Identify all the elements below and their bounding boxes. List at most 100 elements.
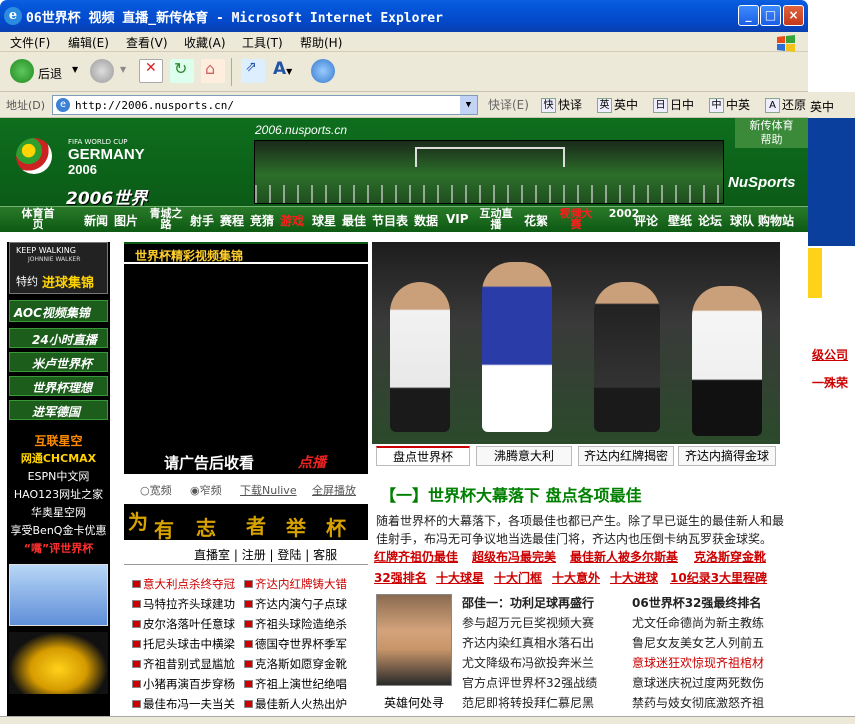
menu-tools[interactable]: 工具(T) (242, 34, 283, 51)
news-item[interactable]: 意球迷狂欢惊现齐祖棺材 (632, 654, 764, 671)
video-news-item[interactable]: 齐祖头球险造绝杀 (244, 616, 347, 632)
menu-help[interactable]: 帮助(H) (300, 34, 342, 51)
narrowband-radio[interactable]: ◉窄频 (190, 482, 222, 498)
video-news-item[interactable]: 克洛斯如愿穿金靴 (244, 656, 347, 672)
video-news-item[interactable]: 齐达内演勺子点球 (244, 596, 347, 612)
fullscreen-link[interactable]: 全屏播放 (312, 482, 356, 498)
left-item-2[interactable]: 米卢世界杯 (9, 352, 108, 372)
red-link[interactable]: 32强排名 (374, 569, 427, 586)
red-link[interactable]: 红牌齐祖仍最佳 (374, 548, 458, 565)
stop-icon[interactable]: ✕ (139, 59, 163, 83)
nav-item[interactable]: 赛程 (220, 212, 244, 229)
news-item[interactable]: 齐达内染红真相水落石出 (462, 634, 594, 651)
news-item[interactable]: 禁药与妓女彻底激怒齐祖 (632, 694, 764, 711)
nav-item[interactable]: 节目表 (372, 212, 408, 229)
aoc-video-link[interactable]: AOC视频集锦 (9, 300, 108, 322)
zh-en-button[interactable]: 中中英 (709, 96, 750, 114)
coach-caption[interactable]: 英雄何处寻 (376, 694, 452, 711)
back-arrow-icon[interactable] (10, 59, 34, 83)
tab-3[interactable]: 齐达内红牌揭密 (578, 446, 674, 466)
refresh-icon[interactable]: ↻ (170, 59, 194, 83)
video-news-item[interactable]: 最佳新人火热出炉 (244, 696, 347, 712)
coach-photo[interactable] (376, 594, 452, 686)
video-news-item[interactable]: 齐祖昔别式显尴尬 (132, 656, 235, 672)
nav-item[interactable]: 竞猜 (250, 212, 274, 229)
left-item-4[interactable]: 进军德国 (9, 400, 108, 420)
main-headline[interactable]: 【一】世界杯大幕落下 盘点各项最佳 (380, 482, 642, 506)
tab-2[interactable]: 沸腾意大利 (476, 446, 572, 466)
car-ad[interactable] (9, 632, 108, 694)
video-news-item[interactable]: 托尼头球击中横梁 (132, 636, 235, 652)
address-dropdown-icon[interactable]: ▼ (460, 96, 477, 114)
broadband-radio[interactable]: ○宽频 (140, 482, 172, 498)
tab-1[interactable]: 盘点世界杯 (376, 446, 470, 466)
tab-4[interactable]: 齐达内摘得金球 (678, 446, 776, 466)
players-photo[interactable] (372, 242, 780, 444)
back-dropdown-icon[interactable]: ▼ (72, 65, 78, 74)
keep-walking-ad[interactable]: KEEP WALKING JOHNNIE WALKER 特约 进球集锦 (9, 242, 108, 294)
menu-view[interactable]: 查看(V) (126, 34, 168, 51)
red-link[interactable]: 克洛斯穿金靴 (694, 548, 766, 565)
left-link-2[interactable]: 网通CHCMAX (7, 450, 110, 466)
left-link-5[interactable]: 华奥星空网 (7, 504, 110, 520)
font-size-icon[interactable]: A▼ (273, 59, 297, 83)
nav-item[interactable]: 射手 (190, 212, 214, 229)
video-news-item[interactable]: 齐祖上演世纪绝唱 (244, 676, 347, 692)
world-cup-logo[interactable]: FIFA WORLD CUP GERMANY 2006 2006世界杯 (12, 128, 162, 234)
messenger-icon[interactable] (311, 59, 335, 83)
video-player[interactable] (124, 264, 368, 474)
nav-item[interactable]: 数据 (414, 212, 438, 229)
home-icon[interactable]: ⌂ (201, 59, 225, 83)
service-link[interactable]: 客服 (313, 548, 337, 562)
nav-item[interactable]: 图片 (114, 212, 138, 229)
nav-item[interactable]: 体育首页 (18, 208, 58, 230)
menu-edit[interactable]: 编辑(E) (68, 34, 109, 51)
live-room-link[interactable]: 直播室 (194, 548, 230, 562)
left-link-6[interactable]: 享受BenQ金卡优惠 (7, 522, 110, 538)
red-link[interactable]: 十大球星 (436, 569, 484, 586)
forward-dropdown-icon[interactable]: ▼ (120, 65, 126, 74)
video-news-item[interactable]: 德国夺世界杯季军 (244, 636, 347, 652)
nav-item[interactable]: 购物站 (758, 212, 794, 229)
nav-item[interactable]: 最佳 (342, 212, 366, 229)
address-input[interactable]: e http://2006.nusports.cn/ ▼ (52, 95, 478, 115)
left-item-1[interactable]: 24小时直播 (9, 328, 108, 348)
left-link-7[interactable]: “嘴”评世界杯 (7, 540, 110, 556)
red-link[interactable]: 十大进球 (610, 569, 658, 586)
news-item[interactable]: 参与超万元巨奖视频大赛 (462, 614, 594, 631)
news-item[interactable]: 06世界杯32强最终排名 (632, 594, 761, 611)
video-news-item[interactable]: 马特拉齐头球建功 (132, 596, 235, 612)
news-item[interactable]: 尤文降级布冯欲投奔米兰 (462, 654, 594, 671)
news-item[interactable]: 尤文任命德尚为新主教练 (632, 614, 764, 631)
video-news-item[interactable]: 小猪再演百步穿杨 (132, 676, 235, 692)
video-news-item[interactable]: 最佳布冯一夫当关 (132, 696, 235, 712)
login-link[interactable]: 登陆 (277, 548, 301, 562)
nav-item[interactable]: 视频大赛 (556, 208, 596, 230)
en-zh-button[interactable]: 英英中 (597, 96, 638, 114)
minimize-button[interactable]: _ (738, 5, 759, 26)
restore-button[interactable]: A 还原 (765, 96, 806, 114)
nav-item[interactable]: 新闻 (84, 212, 108, 229)
video-news-item[interactable]: 意大利点杀终夺冠 (132, 576, 235, 592)
news-item[interactable]: 意球迷庆祝过度两死数伤 (632, 674, 764, 691)
menu-favorites[interactable]: 收藏(A) (184, 34, 226, 51)
nav-item[interactable]: 游戏 (280, 212, 304, 229)
back-button-label[interactable]: 后退 (38, 65, 62, 82)
news-item[interactable]: 鲁尼女友美女艺人列前五 (632, 634, 764, 651)
register-link[interactable]: 注册 (242, 548, 266, 562)
media-icon[interactable]: ⇗ (241, 59, 265, 83)
red-link[interactable]: 超级布冯最完美 (472, 548, 556, 565)
nav-item[interactable]: 球队 (730, 212, 754, 229)
forward-arrow-icon[interactable] (90, 59, 114, 83)
red-link[interactable]: 十大意外 (552, 569, 600, 586)
maximize-button[interactable]: □ (760, 5, 781, 26)
download-link[interactable]: 下载Nulive (240, 482, 297, 498)
bg-link-2[interactable]: 一殊荣 (812, 374, 848, 391)
red-link[interactable]: 最佳新人被多尔斯基 (570, 548, 678, 565)
red-link[interactable]: 十大门框 (494, 569, 542, 586)
nav-item[interactable]: 球星 (312, 212, 336, 229)
nav-item[interactable]: 评论 (634, 212, 658, 229)
news-item[interactable]: 邵佳一：功利足球再盛行 (462, 594, 594, 611)
left-link-1[interactable]: 互联星空 (7, 432, 110, 449)
news-item[interactable]: 官方点评世界杯32强战绩 (462, 674, 597, 691)
